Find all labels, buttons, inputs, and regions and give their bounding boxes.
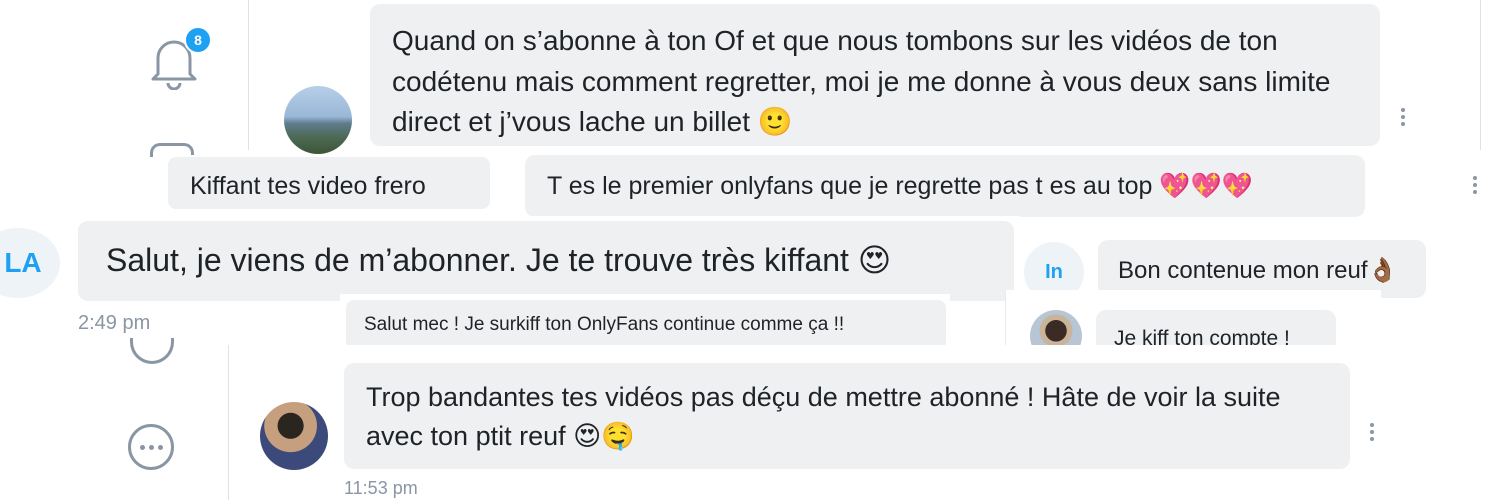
avatar-sunglasses[interactable] [260, 402, 328, 470]
more-options-icon[interactable] [1369, 423, 1375, 441]
message-bubble-4: Salut, je viens de m’abonner. Je te trou… [78, 221, 1014, 301]
message-text: Quand on s’abonne à ton Of et que nous t… [392, 25, 1331, 138]
message-bubble-6: Salut mec ! Je surkiff ton OnlyFans cont… [346, 300, 946, 350]
sidebar-divider [248, 0, 249, 150]
right-divider [1480, 0, 1481, 150]
message-bubble-2: Kiffant tes video frero [168, 157, 490, 209]
message-text: Trop bandantes tes vidéos pas déçu de me… [366, 382, 1281, 452]
avatar-initials: In [1045, 261, 1063, 283]
ok-hand-emoji-icon: 👌🏾 [1367, 256, 1398, 284]
heart-eyes-drooling-emoji-icon: 😍🤤 [573, 421, 635, 453]
notifications-button[interactable]: 8 [148, 26, 212, 90]
more-circle-icon[interactable] [128, 424, 174, 470]
smile-emoji-icon: 🙂 [757, 105, 793, 139]
message-bubble-1: Quand on s’abonne à ton Of et que nous t… [370, 4, 1380, 146]
message-bubble-3: T es le premier onlyfans que je regrette… [525, 155, 1365, 217]
heart-eyes-emoji-icon: 😍 [857, 241, 892, 279]
message-text: Salut mec ! Je surkiff ton OnlyFans cont… [364, 314, 845, 335]
avatar-initials: LA [4, 247, 42, 278]
message-text: T es le premier onlyfans que je regrette… [547, 172, 1153, 200]
message-bubble-8: Trop bandantes tes vidéos pas déçu de me… [344, 363, 1350, 469]
sparkling-heart-emoji-icon: 💖💖💖 [1159, 171, 1253, 200]
message-text: Salut, je viens de m’abonner. Je te trou… [106, 242, 849, 278]
more-options-icon[interactable] [1400, 108, 1406, 126]
message-text: Bon contenue mon reuf [1118, 257, 1368, 284]
avatar-landscape[interactable] [284, 86, 352, 154]
message-timestamp: 2:49 pm [78, 312, 151, 334]
message-text: Kiffant tes video frero [190, 172, 426, 200]
more-options-icon[interactable] [1472, 176, 1478, 194]
sidebar-divider [228, 345, 229, 500]
message-timestamp: 11:53 pm [344, 478, 418, 498]
notification-badge: 8 [184, 26, 212, 54]
